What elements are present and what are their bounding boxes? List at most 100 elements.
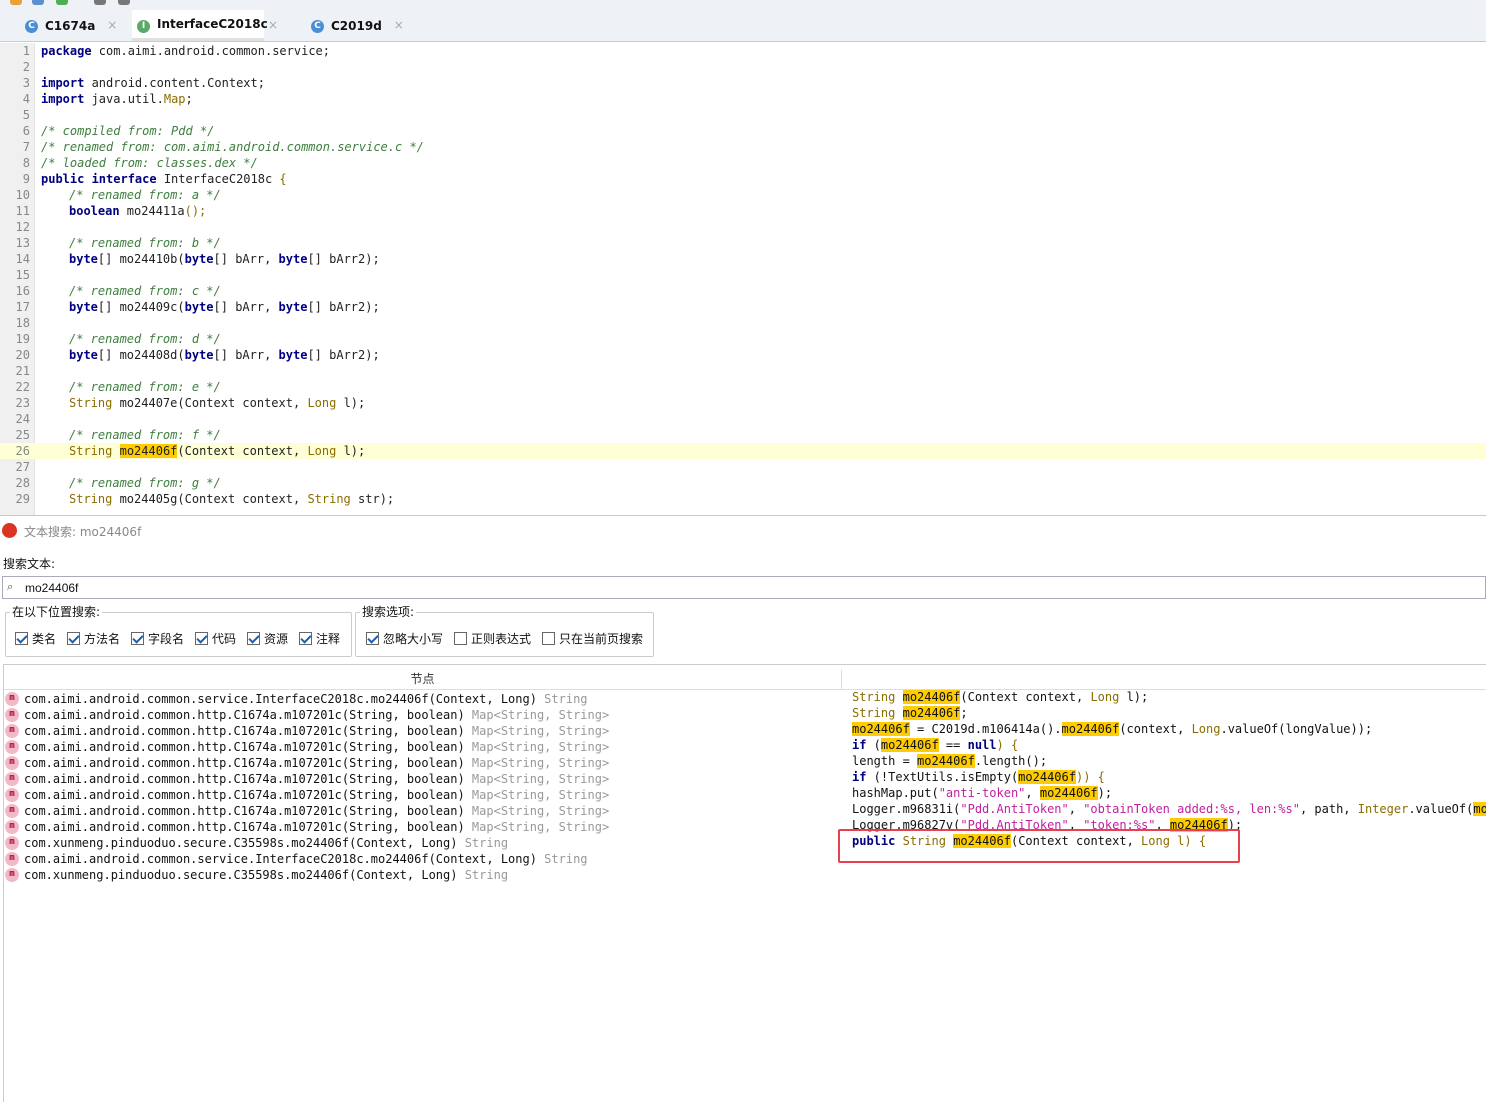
close-icon[interactable]: × — [107, 18, 117, 32]
search-dialog-header: 文本搜索: mo24406f — [0, 515, 1486, 545]
code-snippet: length = mo24406f.length(); — [852, 754, 1048, 768]
search-dialog-title: 文本搜索: mo24406f — [24, 525, 142, 539]
method-icon: m — [5, 788, 19, 802]
options-group-title: 搜索选项: — [360, 603, 417, 620]
search-results-table[interactable]: 节点 m com.aimi.android.common.service.Inte… — [3, 664, 1486, 1102]
search-text-label: 搜索文本: — [3, 557, 56, 571]
result-row[interactable]: m com.aimi.android.common.http.C1674a.m10… — [4, 723, 842, 739]
method-icon: m — [5, 756, 19, 770]
code-line-current: 26 String mo24406f(Context context, Long … — [0, 443, 1486, 459]
close-icon[interactable]: × — [394, 18, 404, 32]
code-line: 22/* renamed from: e */ — [15, 380, 221, 394]
result-row[interactable]: m com.aimi.android.common.http.C1674a.m10… — [4, 707, 842, 723]
code-line: 25/* renamed from: f */ — [15, 428, 221, 442]
code-line: 4 import java.util.Map; — [22, 92, 193, 106]
checkbox-ignore-case[interactable]: 忽略大小写 — [366, 630, 443, 647]
search-match: mo24406f — [119, 444, 178, 458]
method-icon: m — [5, 772, 19, 786]
method-icon: m — [5, 852, 19, 866]
result-row[interactable]: m com.aimi.android.common.http.C1674a.m10… — [4, 803, 842, 819]
code-line: 8/* loaded from: classes.dex */ — [22, 156, 258, 170]
app-icon — [2, 523, 17, 538]
method-icon: m — [5, 804, 19, 818]
code-line: 19/* renamed from: d */ — [15, 332, 221, 346]
checkbox-resource[interactable]: 资源 — [247, 630, 288, 647]
code-line: 13/* renamed from: b */ — [15, 236, 221, 250]
code-line: 18 — [15, 316, 30, 330]
toolbar-icon[interactable] — [94, 0, 106, 5]
result-row[interactable]: m com.aimi.android.common.http.C1674a.m10… — [4, 787, 842, 803]
checkbox-field-name[interactable]: 字段名 — [131, 630, 184, 647]
search-icon: ⌕ — [7, 580, 14, 593]
checkbox-box — [454, 632, 467, 645]
code-snippet: String mo24406f; — [852, 706, 968, 720]
toolbar-icon[interactable] — [10, 0, 22, 5]
code-line: 2 — [22, 60, 30, 74]
result-row[interactable]: m com.aimi.android.common.http.C1674a.m10… — [4, 771, 842, 787]
code-line: 16/* renamed from: c */ — [15, 284, 221, 298]
code-line: 5 — [22, 108, 30, 122]
tab-label: C2019d — [331, 18, 382, 33]
checkbox-code[interactable]: 代码 — [195, 630, 236, 647]
checkbox-method-name[interactable]: 方法名 — [67, 630, 120, 647]
code-line: 29 String mo24405g(Context context, Strin… — [15, 492, 395, 506]
code-line: 10/* renamed from: a */ — [15, 188, 221, 202]
checkbox-box — [247, 632, 260, 645]
checkbox-box — [195, 632, 208, 645]
checkbox-box — [366, 632, 379, 645]
checkbox-regex[interactable]: 正则表达式 — [454, 630, 531, 647]
search-scope-group: 在以下位置搜索: 类名 方法名 字段名 代码 资源 注释 — [5, 603, 352, 657]
toolbar-icon[interactable] — [56, 0, 68, 5]
checkbox-class-name[interactable]: 类名 — [15, 630, 56, 647]
checkbox-box — [15, 632, 28, 645]
result-row[interactable]: m com.xunmeng.pinduoduo.secure.C35598s.mo… — [4, 867, 842, 883]
code-line: 6/* compiled from: Pdd */ — [22, 124, 215, 138]
code-line: 7/* renamed from: com.aimi.android.commo… — [22, 140, 424, 154]
tab-c2019d[interactable]: C C2019d × — [306, 10, 404, 41]
code-snippet: if (!TextUtils.isEmpty(mo24406f)) { — [852, 770, 1105, 784]
tab-label: C1674a — [45, 18, 96, 33]
result-row[interactable]: m com.aimi.android.common.http.C1674a.m10… — [4, 739, 842, 755]
checkbox-current-page-only[interactable]: 只在当前页搜索 — [542, 630, 643, 647]
result-row[interactable]: m com.aimi.android.common.http.C1674a.m10… — [4, 819, 842, 835]
checkbox-box — [67, 632, 80, 645]
code-snippet: mo24406f = C2019d.m106414a().mo24406f(co… — [852, 722, 1373, 736]
column-header-node[interactable]: 节点 — [4, 670, 842, 690]
search-input[interactable] — [25, 579, 1425, 596]
checkbox-box — [299, 632, 312, 645]
tab-label: InterfaceC2018c — [157, 17, 268, 31]
code-line: 1 package com.aimi.android.common.service… — [22, 44, 330, 58]
code-line: 14 byte[] mo24410b(byte[] bArr, byte[] bA… — [15, 252, 380, 266]
result-row[interactable]: m com.xunmeng.pinduoduo.secure.C35598s.mo… — [4, 835, 842, 851]
result-row[interactable]: m com.aimi.android.common.http.C1674a.m10… — [4, 755, 842, 771]
interface-icon: I — [137, 20, 150, 33]
checkbox-box — [542, 632, 555, 645]
method-icon: m — [5, 836, 19, 850]
annotation-highlight-box — [838, 829, 1240, 863]
code-line: 11 boolean mo24411a(); — [15, 204, 207, 218]
checkbox-box — [131, 632, 144, 645]
close-icon[interactable]: × — [268, 18, 278, 32]
class-icon: C — [311, 20, 324, 33]
code-line: 17 byte[] mo24409c(byte[] bArr, byte[] bA… — [15, 300, 380, 314]
code-snippet: hashMap.put("anti-token", mo24406f); — [852, 786, 1113, 800]
checkbox-comment[interactable]: 注释 — [299, 630, 340, 647]
scope-group-title: 在以下位置搜索: — [10, 603, 103, 620]
toolbar-icon[interactable] — [32, 0, 44, 5]
search-field[interactable]: ⌕ — [2, 576, 1486, 599]
code-snippet: String mo24406f(Context context, Long l)… — [852, 690, 1149, 704]
code-editor[interactable]: 1 package com.aimi.android.common.service… — [0, 43, 1486, 515]
toolbar-icon[interactable] — [118, 0, 130, 5]
method-icon: m — [5, 692, 19, 706]
code-line: 21 — [15, 364, 30, 378]
code-line: 28/* renamed from: g */ — [15, 476, 221, 490]
code-line: 15 — [15, 268, 30, 282]
results-header: 节点 — [4, 665, 1486, 690]
result-row[interactable]: m com.aimi.android.common.service.Interfa… — [4, 851, 842, 867]
code-line: 9 public interface InterfaceC2018c { — [22, 172, 287, 186]
result-row[interactable]: m com.aimi.android.common.service.Interfa… — [4, 691, 842, 707]
tab-c1674a[interactable]: C C1674a × — [20, 10, 117, 41]
tab-interfacec2018c[interactable]: I InterfaceC2018c × — [132, 10, 278, 41]
search-options-group: 搜索选项: 忽略大小写 正则表达式 只在当前页搜索 — [355, 603, 654, 657]
code-line: 3 import android.content.Context; — [22, 76, 265, 90]
